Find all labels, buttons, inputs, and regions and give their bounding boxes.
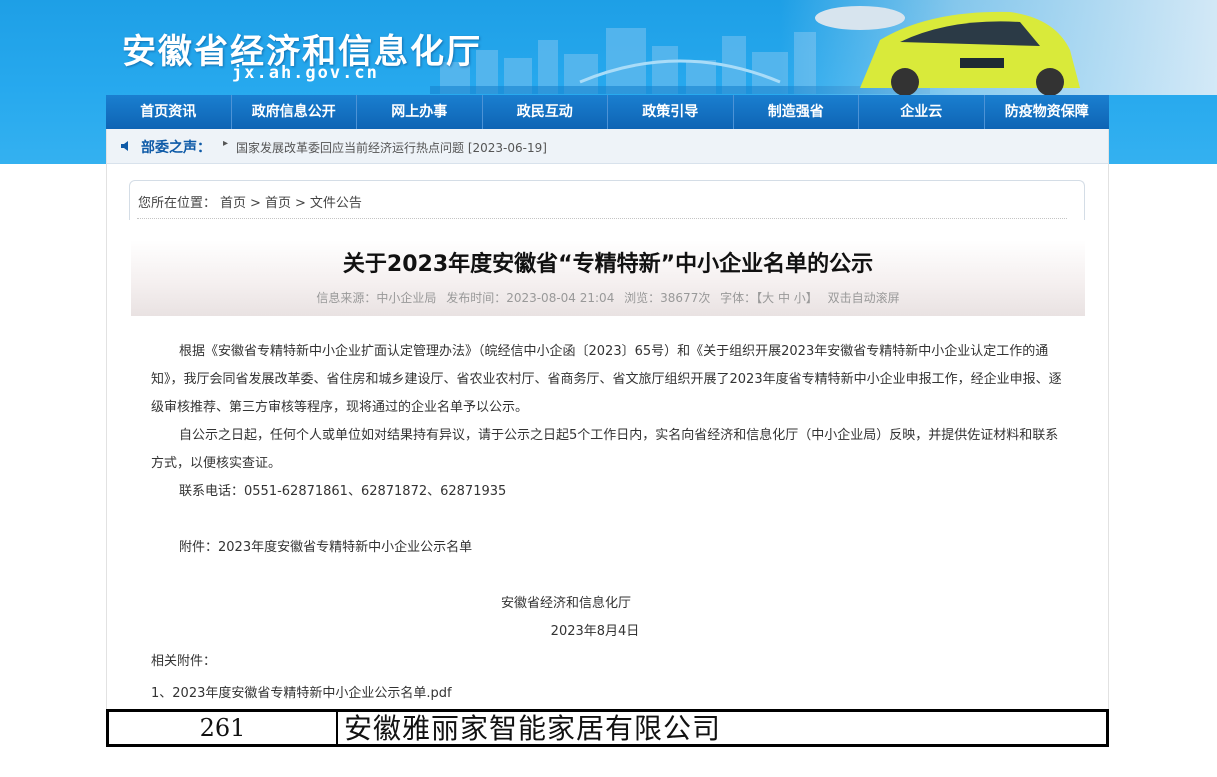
breadcrumb-item-home[interactable]: 首页	[220, 196, 246, 211]
car-photo	[780, 0, 1217, 96]
notice-arrow-icon: ▸	[223, 138, 229, 149]
article-paragraph: 根据《安徽省专精特新中小企业扩面认定管理办法》（皖经信中小企函〔2023〕65号…	[151, 344, 1062, 415]
contact-phone: 联系电话：0551-62871861、62871872、62871935	[179, 484, 507, 499]
breadcrumb-item-home-2[interactable]: 首页	[265, 196, 291, 211]
nav-item-online-services[interactable]: 网上办事	[357, 95, 483, 129]
breadcrumb-item-announcements[interactable]: 文件公告	[310, 196, 362, 211]
related-attachment-link[interactable]: 1、2023年度安徽省专精特新中小企业公示名单.pdf	[151, 680, 1071, 708]
related-attachments-label: 相关附件：	[151, 654, 217, 669]
attachment-note: 附件：2023年度安徽省专精特新中小企业公示名单	[179, 540, 473, 555]
meta-source: 信息来源：中小企业局	[316, 291, 437, 305]
nav-item-interaction[interactable]: 政民互动	[483, 95, 608, 129]
signature-date: 2023年8月4日	[550, 624, 640, 639]
breadcrumb-divider	[137, 218, 1067, 219]
row-number: 261	[109, 712, 338, 744]
font-size-control[interactable]: 字体：【大 中 小】	[720, 291, 818, 305]
speaker-icon	[121, 141, 128, 151]
car-icon	[815, 6, 1080, 96]
breadcrumb-separator: >	[294, 196, 306, 211]
notice-link[interactable]: 国家发展改革委回应当前经济运行热点问题 [2023-06-19]	[236, 139, 547, 156]
article-body: 根据《安徽省专精特新中小企业扩面认定管理办法》（皖经信中小企函〔2023〕65号…	[151, 338, 1071, 708]
nav-item-epidemic-supplies[interactable]: 防疫物资保障	[985, 95, 1110, 129]
breadcrumb-separator: >	[250, 196, 261, 211]
article-header: 关于2023年度安徽省“专精特新”中小企业名单的公示 信息来源：中小企业局 发布…	[131, 240, 1085, 316]
table-row: 261 安徽雅丽家智能家居有限公司	[106, 709, 1109, 747]
company-name: 安徽雅丽家智能家居有限公司	[344, 712, 722, 745]
nav-item-gov-info[interactable]: 政府信息公开	[232, 95, 357, 129]
main-nav: 首页资讯 政府信息公开 网上办事 政民互动 政策引导 制造强省 企业云 防疫物资…	[106, 95, 1109, 129]
nav-item-home[interactable]: 首页资讯	[106, 95, 232, 129]
nav-item-enterprise-cloud[interactable]: 企业云	[859, 95, 985, 129]
breadcrumb-box: 您所在位置： 首页 > 首页 > 文件公告	[129, 180, 1085, 220]
article-paragraph: 自公示之日起，任何个人或单位如对结果持有异议，请于公示之日起5个工作日内，实名向…	[151, 428, 1059, 471]
nav-item-policy[interactable]: 政策引导	[608, 95, 734, 129]
notice-bar: 部委之声： ▸ 国家发展改革委回应当前经济运行热点问题 [2023-06-19]	[107, 129, 1108, 164]
notice-label: 部委之声：	[141, 140, 211, 156]
signature-org: 安徽省经济和信息化厅	[500, 596, 631, 611]
meta-views: 浏览：38677次	[624, 291, 711, 305]
article-title: 关于2023年度安徽省“专精特新”中小企业名单的公示	[342, 252, 874, 277]
meta-time: 发布时间：2023-08-04 21:04	[446, 291, 615, 305]
site-domain: jx.ah.gov.cn	[232, 63, 379, 83]
breadcrumb-prefix: 您所在位置：	[138, 196, 217, 211]
breadcrumb: 您所在位置： 首页 > 首页 > 文件公告	[138, 192, 366, 211]
autoscroll-hint: 双击自动滚屏	[827, 291, 900, 305]
nav-item-manufacturing[interactable]: 制造强省	[734, 95, 859, 129]
content-container: 部委之声： ▸ 国家发展改革委回应当前经济运行热点问题 [2023-06-19]…	[106, 129, 1109, 709]
article-meta: 信息来源：中小企业局 发布时间：2023-08-04 21:04 浏览：3867…	[131, 289, 1085, 306]
